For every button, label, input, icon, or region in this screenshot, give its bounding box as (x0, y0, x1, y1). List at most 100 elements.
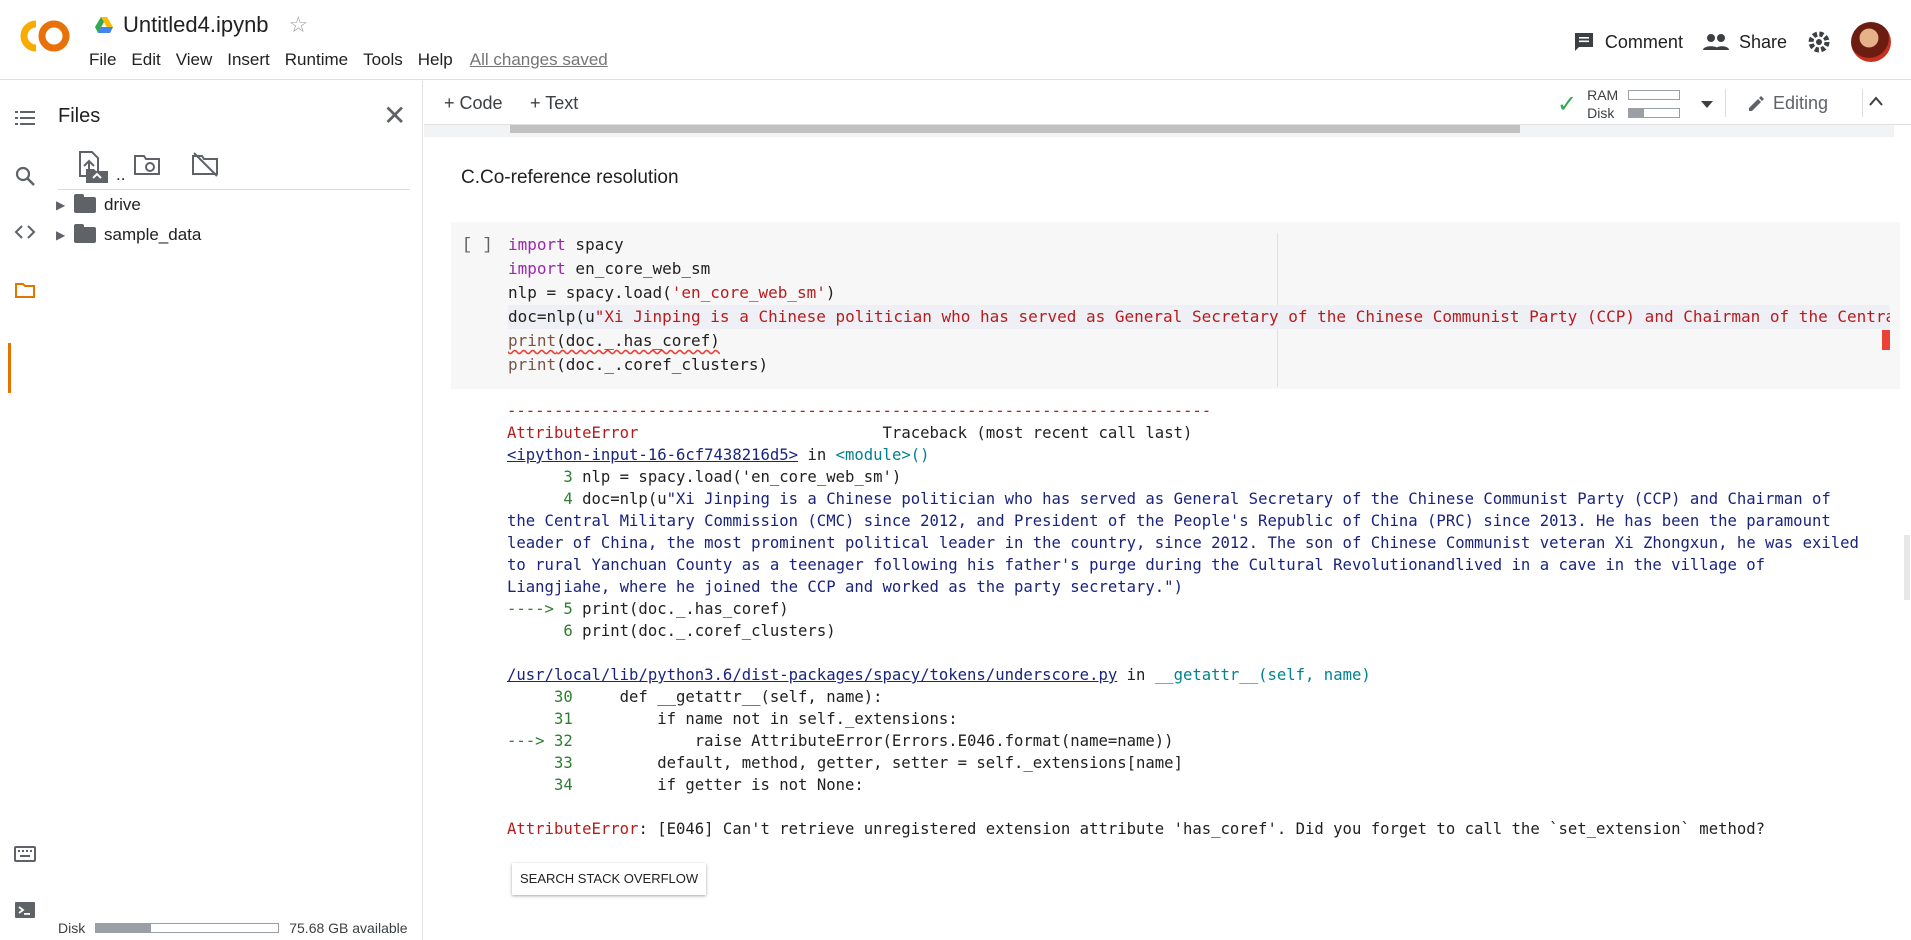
source-file-link[interactable]: /usr/local/lib/python3.6/dist-packages/s… (507, 666, 1117, 684)
close-icon[interactable]: ✕ (383, 99, 406, 132)
search-icon[interactable] (14, 165, 36, 187)
save-status[interactable]: All changes saved (470, 50, 608, 70)
traceback-line: the Central Military Commission (CMC) si… (507, 512, 1831, 530)
notebook-toolbar: + Code + Text ✓ RAM Disk Editing (424, 81, 1911, 125)
traceback-code: if getter is not None: (572, 776, 864, 794)
code-editor[interactable]: import spacy import en_core_web_sm nlp = s… (508, 233, 1890, 377)
vertical-scrollbar[interactable] (1904, 535, 1910, 600)
avatar[interactable] (1851, 22, 1891, 62)
code-text: ) (825, 283, 836, 302)
code-text: spacy (565, 235, 624, 254)
line-number: 3 (507, 468, 573, 486)
chevron-right-icon[interactable]: ▶ (56, 228, 66, 242)
line-number: 34 (507, 776, 573, 794)
code-line-error: print(doc._.has_coref) (508, 329, 1890, 353)
traceback-line: ----> 5 print(doc._.has_coref) (507, 598, 1897, 620)
menu-help[interactable]: Help (418, 50, 453, 70)
error-type: AttributeError (507, 424, 639, 442)
blank-line: ​ (507, 796, 1897, 818)
code-string: 'en_core_web_sm' (671, 283, 826, 302)
folder-icon (74, 194, 96, 213)
check-icon: ✓ (1557, 90, 1578, 118)
add-code-button[interactable]: + Code (444, 93, 503, 114)
error-marker (1882, 330, 1890, 350)
menu-edit[interactable]: Edit (131, 50, 160, 70)
traceback-dashes: ----------------------------------------… (507, 402, 1212, 420)
disk-bar (1628, 108, 1681, 118)
editing-label: Editing (1773, 93, 1829, 113)
menu-tools[interactable]: Tools (363, 50, 403, 70)
folder-icon (74, 224, 96, 243)
tree-item-sample-data[interactable]: ▶ sample_data (56, 224, 201, 245)
final-error: AttributeError: [E046] Can't retrieve un… (507, 818, 1897, 840)
search-stack-overflow-button[interactable]: SEARCH STACK OVERFLOW (512, 863, 707, 895)
traceback-header: Traceback (most recent call last) (882, 424, 1193, 442)
code-builtin: print (508, 331, 557, 350)
traceback-line: ---> 32 raise AttributeError(Errors.E046… (507, 730, 1897, 752)
menu-file[interactable]: File (89, 50, 116, 70)
traceback-string: "Xi Jinping is a Chinese politician who … (666, 490, 1831, 508)
menu-insert[interactable]: Insert (227, 50, 270, 70)
add-text-button[interactable]: + Text (530, 93, 578, 114)
refresh-folder-icon[interactable] (132, 149, 162, 179)
editing-mode-button[interactable]: Editing (1747, 93, 1828, 114)
section-heading: C.Co-reference resolution (461, 167, 679, 188)
cell-output: ----------------------------------------… (507, 400, 1897, 840)
run-cell-button[interactable]: [ ] (462, 236, 493, 255)
unmount-drive-icon[interactable] (190, 149, 220, 179)
divider (58, 189, 410, 190)
code-line: import en_core_web_sm (508, 257, 1890, 281)
tree-item-drive[interactable]: ▶ drive (56, 194, 141, 215)
colab-logo[interactable] (18, 18, 72, 54)
line-number: 6 (507, 622, 573, 640)
menu-runtime[interactable]: Runtime (285, 50, 348, 70)
traceback-line: 33 default, method, getter, setter = sel… (507, 752, 1897, 774)
comment-button[interactable]: Comment (1573, 31, 1683, 53)
traceback-line: 31 if name not in self._extensions: (507, 708, 1897, 730)
comment-icon (1574, 33, 1593, 51)
scrollbar-thumb[interactable] (510, 125, 1520, 133)
ram-bar (1628, 90, 1681, 100)
ram-label: RAM (1587, 87, 1619, 103)
terminal-icon[interactable] (14, 899, 36, 921)
google-drive-icon[interactable] (95, 17, 113, 33)
resources-indicator[interactable]: ✓ RAM Disk (1557, 86, 1714, 122)
code-builtin: print (508, 355, 557, 374)
menu-view[interactable]: View (176, 50, 213, 70)
files-panel: Files ✕ .. ▶ drive ▶ sample_data Disk 75… (48, 81, 423, 940)
disk-bar-fill (96, 924, 151, 932)
disk-available: 75.68 GB available (289, 920, 408, 936)
traceback-line: 34 if getter is not None: (507, 774, 1897, 796)
horizontal-scrollbar[interactable] (424, 125, 1894, 137)
tree-item-parent[interactable]: .. (68, 165, 125, 185)
line-number: 33 (507, 754, 573, 772)
line-number: 31 (507, 710, 573, 728)
disk-bar (95, 923, 280, 933)
command-palette-icon[interactable] (14, 843, 36, 865)
code-snippets-icon[interactable] (14, 221, 36, 243)
files-panel-title: Files (58, 105, 101, 127)
table-of-contents-icon[interactable] (14, 107, 36, 129)
top-bar: Untitled4.ipynb ☆ File Edit View Insert … (0, 0, 1911, 80)
ipython-input-link[interactable]: <ipython-input-16-6cf7438216d5> (507, 446, 798, 464)
folder-icon[interactable] (14, 279, 36, 301)
chevron-right-icon[interactable]: ▶ (56, 198, 66, 212)
traceback-location: /usr/local/lib/python3.6/dist-packages/s… (507, 664, 1897, 686)
traceback-header-line: AttributeError Traceback (most recent ca… (507, 422, 1897, 444)
gear-icon[interactable] (1807, 30, 1831, 54)
star-icon[interactable]: ☆ (289, 12, 309, 38)
code-text: en_core_web_sm (565, 259, 711, 278)
traceback-location: <ipython-input-16-6cf7438216d5> in <modu… (507, 444, 1897, 466)
traceback-code: nlp = spacy.load('en_core_web_sm') (572, 468, 902, 486)
pencil-icon (1749, 95, 1764, 111)
final-error-message: : [E046] Can't retrieve unregistered ext… (638, 820, 1766, 838)
traceback-line: 4 doc=nlp(u"Xi Jinping is a Chinese poli… (507, 488, 1897, 510)
line-number-arrow: ----> 5 (507, 600, 573, 618)
share-button[interactable]: Share (1702, 32, 1787, 53)
traceback-line: 6 print(doc._.coref_clusters) (507, 620, 1897, 642)
chevron-down-icon[interactable] (1700, 99, 1714, 109)
notebook-title[interactable]: Untitled4.ipynb (123, 12, 269, 38)
code-text: (doc._.has_coref) (556, 331, 720, 350)
traceback-line: leader of China, the most prominent poli… (507, 534, 1859, 552)
chevron-up-icon[interactable] (1868, 95, 1884, 107)
